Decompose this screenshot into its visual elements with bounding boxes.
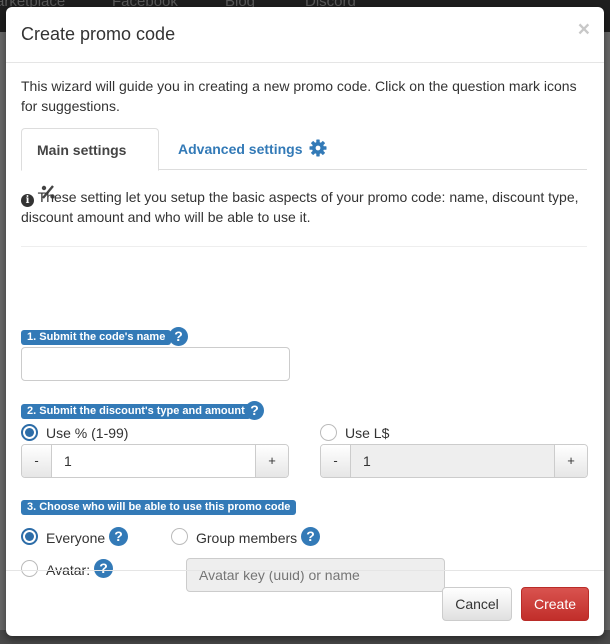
ls-increment-button[interactable]: + <box>554 445 587 477</box>
percent-value-input[interactable]: 1 <box>52 445 255 477</box>
intro-text: This wizard will guide you in creating a… <box>21 78 577 114</box>
percent-increment-button[interactable]: + <box>255 445 288 477</box>
code-name-input[interactable] <box>21 347 290 381</box>
settings-tabs: Main settings Advanced settings <box>21 128 587 199</box>
section2-help-icon[interactable]: ? <box>245 401 264 420</box>
group-members-help-icon[interactable]: ? <box>301 527 320 546</box>
radio-use-ls[interactable] <box>320 424 337 441</box>
cancel-button[interactable]: Cancel <box>442 587 512 621</box>
radio-avatar[interactable] <box>21 560 38 577</box>
tab-main-settings[interactable]: Main settings <box>21 128 159 199</box>
avatar-key-input[interactable] <box>186 558 445 592</box>
radio-use-ls-label: Use L$ <box>345 425 390 441</box>
radio-use-percent-label: Use % (1-99) <box>46 425 129 441</box>
ls-stepper: - 1 + <box>320 444 588 478</box>
tab-advanced-settings-label: Advanced settings <box>178 141 303 157</box>
ls-decrement-button[interactable]: - <box>321 445 351 477</box>
section3-label: 3. Choose who will be able to use this p… <box>21 500 297 515</box>
radio-group-members-label: Group members <box>196 530 298 546</box>
section1-help-icon[interactable]: ? <box>169 327 188 346</box>
info-icon: i <box>21 194 34 207</box>
radio-everyone-label: Everyone <box>46 530 106 546</box>
ls-value-input[interactable]: 1 <box>351 445 554 477</box>
footer-divider <box>6 570 604 571</box>
percent-stepper: - 1 + <box>21 444 289 478</box>
info-text: These setting let you setup the basic as… <box>21 189 579 225</box>
section2-label: 2. Submit the discount's type and amount <box>21 404 251 419</box>
tab-advanced-settings[interactable]: Advanced settings <box>163 128 342 170</box>
info-box: i These setting let you setup the basic … <box>21 187 587 227</box>
divider <box>21 246 587 247</box>
radio-group-members[interactable] <box>171 528 188 545</box>
modal-title: Create promo code <box>21 24 176 44</box>
close-button[interactable]: × <box>578 19 590 40</box>
create-button[interactable]: Create <box>521 587 589 621</box>
radio-everyone[interactable] <box>21 528 38 545</box>
modal-header: Create promo code × <box>6 7 604 63</box>
gear-icon <box>309 139 327 157</box>
tab-main-settings-label: Main settings <box>37 142 127 158</box>
percent-decrement-button[interactable]: - <box>22 445 52 477</box>
create-promo-modal: Create promo code × This wizard will gui… <box>6 7 604 636</box>
section1-label: 1. Submit the code's name <box>21 330 172 345</box>
avatar-help-icon[interactable]: ? <box>94 559 113 578</box>
everyone-help-icon[interactable]: ? <box>109 527 128 546</box>
radio-use-percent[interactable] <box>21 424 38 441</box>
